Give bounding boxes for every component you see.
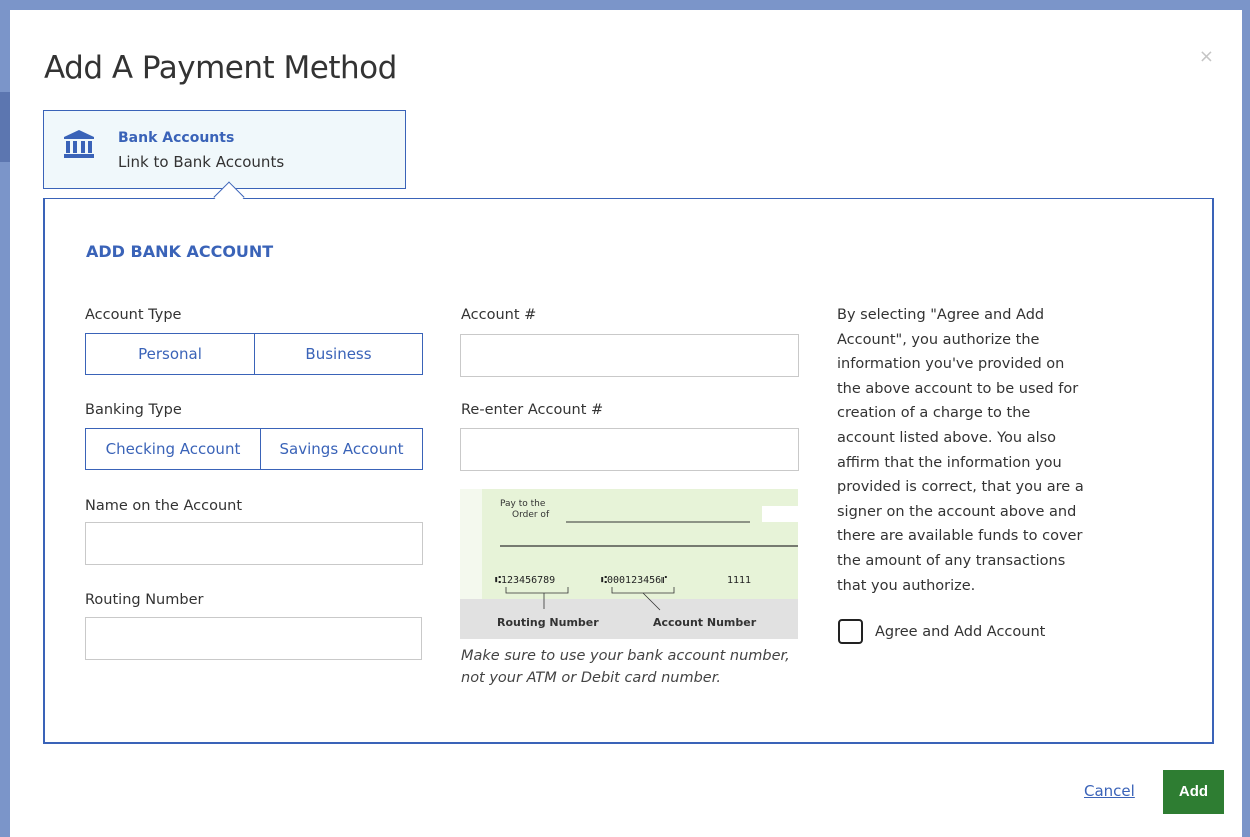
bank-icon — [64, 130, 94, 158]
sample-check-image: Pay to the Order of ⑆123456789 ⑆00012345… — [460, 489, 798, 639]
tab-title: Bank Accounts — [118, 130, 235, 146]
section-title: ADD BANK ACCOUNT — [86, 242, 274, 261]
name-on-account-label: Name on the Account — [85, 498, 243, 514]
account-type-label: Account Type — [85, 307, 182, 323]
micr-routing: ⑆123456789 — [495, 575, 555, 586]
account-type-business-button[interactable]: Business — [254, 334, 422, 374]
account-number-hint: Make sure to use your bank account numbe… — [461, 648, 790, 686]
account-number-caption: Account Number — [653, 616, 757, 629]
micr-account: ⑆000123456⑈ — [601, 575, 667, 586]
agree-label[interactable]: Agree and Add Account — [875, 624, 1045, 640]
banking-type-checking-button[interactable]: Checking Account — [86, 429, 260, 469]
tab-subtitle: Link to Bank Accounts — [118, 153, 285, 171]
account-type-toggle: Personal Business — [85, 333, 423, 375]
banking-type-savings-button[interactable]: Savings Account — [260, 429, 422, 469]
cancel-link[interactable]: Cancel — [1084, 782, 1135, 800]
reenter-account-number-input[interactable] — [460, 428, 799, 471]
agree-checkbox[interactable] — [838, 619, 863, 644]
pay-to-text-2: Order of — [512, 510, 550, 520]
name-on-account-input[interactable] — [85, 522, 423, 565]
modal-title: Add A Payment Method — [44, 50, 397, 86]
banking-type-label: Banking Type — [85, 402, 182, 418]
micr-check-number: 1111 — [727, 575, 751, 586]
routing-number-label: Routing Number — [85, 592, 204, 608]
reenter-account-number-label: Re-enter Account # — [461, 402, 604, 418]
tab-bank-accounts[interactable]: Bank Accounts Link to Bank Accounts — [43, 110, 406, 189]
account-number-label: Account # — [461, 307, 537, 323]
payment-method-modal: Add A Payment Method × Bank Accounts Lin… — [10, 10, 1242, 837]
routing-number-input[interactable] — [85, 617, 422, 660]
add-button[interactable]: Add — [1163, 770, 1224, 814]
account-type-personal-button[interactable]: Personal — [86, 334, 254, 374]
add-button-label: Add — [1178, 783, 1209, 800]
banking-type-toggle: Checking Account Savings Account — [85, 428, 423, 470]
routing-number-caption: Routing Number — [497, 616, 599, 629]
pay-to-text-1: Pay to the — [500, 499, 546, 509]
close-icon[interactable]: × — [1199, 46, 1214, 67]
agree-row: Agree and Add Account — [838, 619, 1045, 644]
add-bank-account-panel: ADD BANK ACCOUNT Account Type Personal B… — [43, 198, 1214, 744]
authorization-text: By selecting "Agree and Add Account", yo… — [837, 307, 1084, 594]
amount-box — [762, 506, 798, 522]
account-number-input[interactable] — [460, 334, 799, 377]
backdrop-page — [0, 92, 10, 162]
check-edge — [460, 489, 482, 599]
